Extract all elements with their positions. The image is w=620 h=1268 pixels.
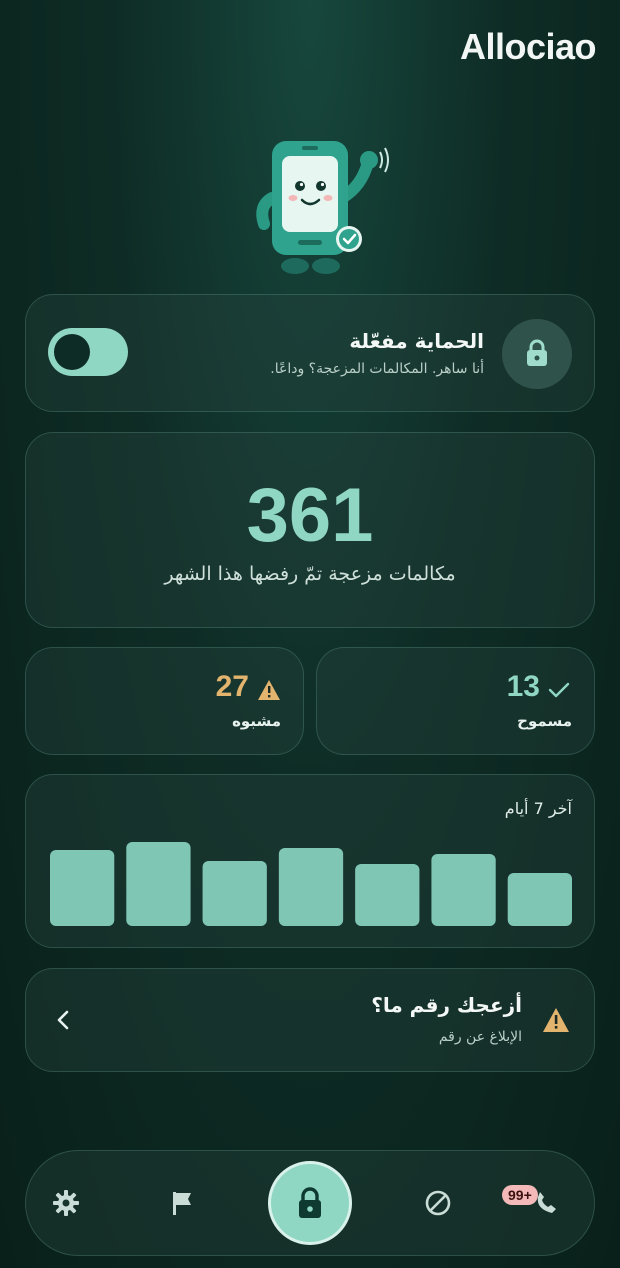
- protection-subtitle: أنا ساهر. المكالمات المزعجة؟ وداعًا.: [270, 361, 484, 377]
- chart-bar: [355, 864, 420, 926]
- allowed-label: مسموح: [517, 712, 572, 730]
- chevron-left-icon: [57, 1010, 69, 1030]
- block-icon: [425, 1190, 451, 1216]
- protection-toggle[interactable]: [48, 328, 128, 376]
- chart-bar: [278, 848, 344, 926]
- suspicious-label: مشبوه: [232, 712, 281, 730]
- lock-icon: [527, 339, 547, 366]
- app-title: Allociao: [459, 26, 597, 67]
- nav-settings[interactable]: [26, 1151, 106, 1255]
- weekly-chart-card: آخر 7 أيام: [25, 774, 595, 948]
- report-title: أزعجك رقم ما؟: [371, 993, 522, 1017]
- weekly-bar-chart: [50, 842, 572, 926]
- notification-badge: 99+: [502, 1185, 538, 1205]
- chart-bar: [507, 873, 572, 926]
- blocked-count-value: 361: [246, 473, 374, 558]
- gear-icon: [53, 1190, 79, 1216]
- report-number-card[interactable]: أزعجك رقم ما؟ الإبلاغ عن رقم: [25, 968, 595, 1072]
- blocked-count-label: مكالمات مزعجة تمّ رفضها هذا الشهر: [164, 563, 456, 585]
- check-icon: [548, 682, 570, 698]
- nav-reports[interactable]: [143, 1151, 223, 1255]
- allowed-stat-card[interactable]: 13 مسموح: [316, 647, 595, 755]
- nav-protection-button[interactable]: [268, 1161, 352, 1245]
- protection-card: الحماية مفعّلة أنا ساهر. المكالمات المزع…: [25, 294, 595, 412]
- chart-bar: [126, 842, 191, 926]
- chart-bar: [50, 850, 115, 926]
- allowed-count: 13: [506, 670, 540, 703]
- warning-icon: [258, 680, 280, 700]
- toggle-knob: [54, 334, 90, 370]
- suspicious-count: 27: [215, 670, 249, 703]
- protection-title: الحماية مفعّلة: [349, 329, 484, 353]
- lock-icon: [299, 1187, 321, 1218]
- report-subtitle: الإبلاغ عن رقم: [438, 1029, 522, 1045]
- flag-icon: [173, 1192, 191, 1215]
- nav-blocked[interactable]: [398, 1151, 478, 1255]
- warning-icon: [543, 1008, 569, 1032]
- lock-badge: [502, 319, 572, 389]
- chart-bar: [431, 854, 496, 926]
- chart-bar: [202, 861, 267, 926]
- suspicious-stat-card[interactable]: 27 مشبوه: [25, 647, 304, 755]
- mascot-illustration: [256, 141, 389, 274]
